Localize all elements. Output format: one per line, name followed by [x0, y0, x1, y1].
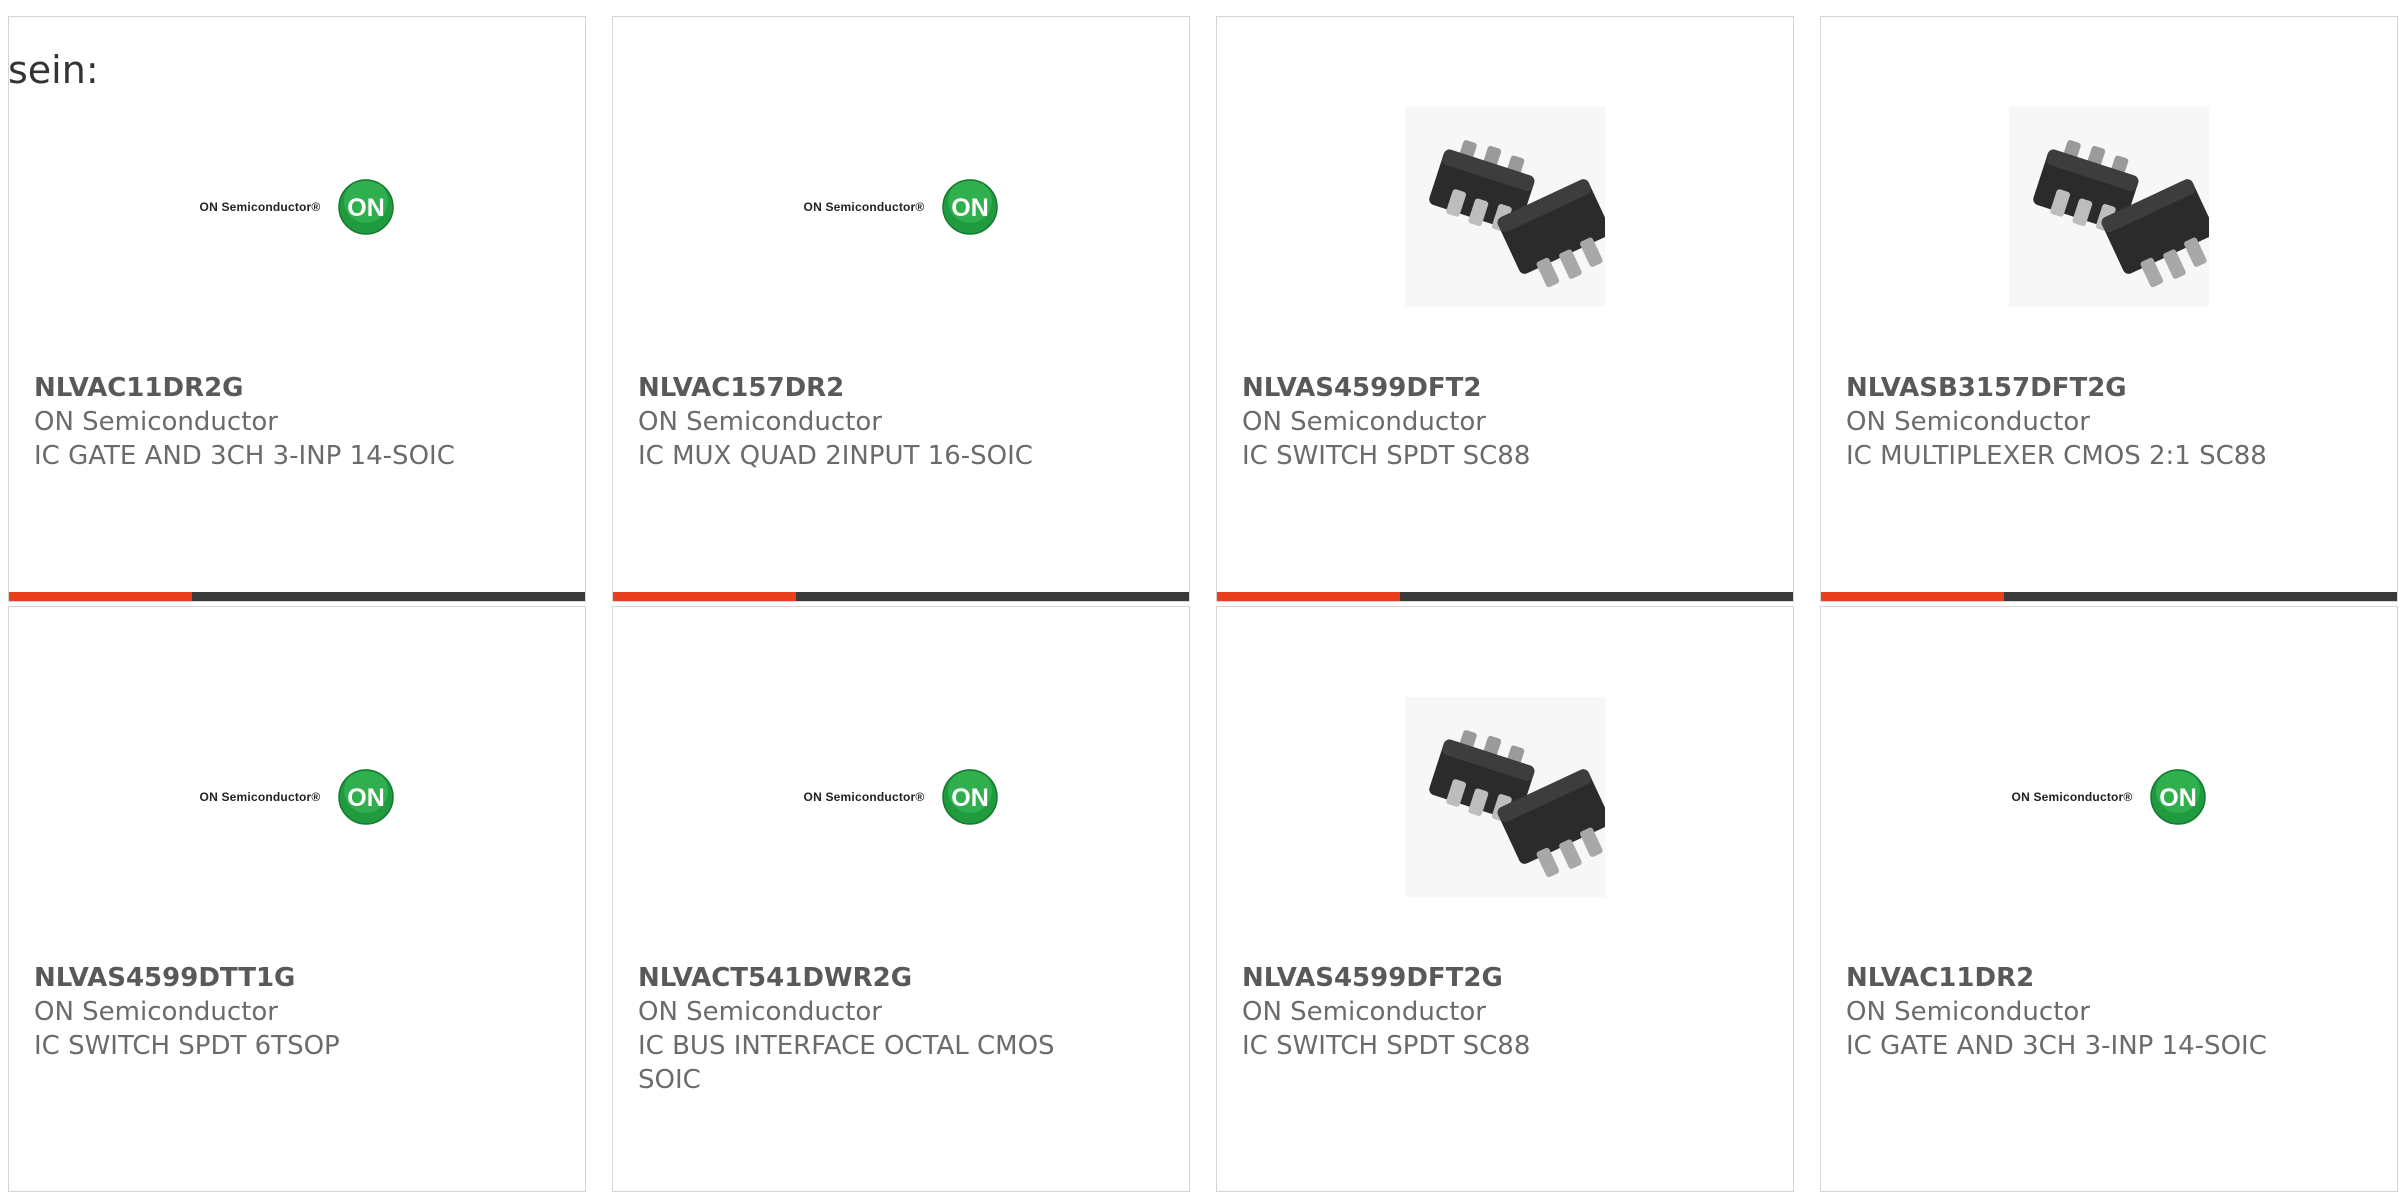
intro-text: sein:: [8, 48, 99, 92]
product-image[interactable]: ON Semiconductor® ON: [1821, 667, 2397, 927]
product-image[interactable]: ON Semiconductor® ON: [9, 77, 585, 337]
on-logo-badge: ON: [942, 769, 999, 825]
manufacturer-name: ON Semiconductor: [1242, 997, 1486, 1027]
product-card[interactable]: ON Semiconductor® ON NLVAC157DR2 ON Semicon…: [612, 16, 1190, 602]
product-info: NLVAS4599DFT2 ON Semiconductor IC SWITCH S…: [1242, 371, 1768, 473]
product-card[interactable]: NLVAS4599DFT2 ON Semiconductor IC SWITCH S…: [1216, 16, 1794, 602]
product-card[interactable]: NLVASB3157DFT2G ON Semiconductor IC MULTIP…: [1820, 16, 2398, 602]
on-logo-badge: ON: [2150, 769, 2207, 825]
sc88-chip-photo: [1405, 107, 1605, 307]
product-info: NLVAC157DR2 ON Semiconductor IC MUX QUAD 2…: [638, 371, 1164, 473]
product-card[interactable]: ON Semiconductor® ON NLVACT541DWR2G ON Semi…: [612, 606, 1190, 1192]
card-hover-bar: [613, 592, 1189, 601]
manufacturer-name: ON Semiconductor: [34, 407, 278, 437]
product-card[interactable]: ON Semiconductor® ON NLVAC11DR2G ON Semicon…: [8, 16, 586, 602]
product-image[interactable]: ON Semiconductor® ON: [613, 77, 1189, 337]
product-info: NLVAS4599DTT1G ON Semiconductor IC SWITCH …: [34, 961, 560, 1063]
logo-badge-text: ON: [952, 784, 990, 812]
product-description: IC GATE AND 3CH 3-INP 14-SOIC: [34, 441, 455, 471]
logo-badge-text: ON: [952, 194, 990, 222]
sc88-chip-photo: [1405, 697, 1605, 897]
logo-text: ON Semiconductor®: [199, 200, 321, 214]
logo-text: ON Semiconductor®: [199, 790, 321, 804]
card-hover-bar-accent: [1821, 592, 2004, 601]
product-info: NLVAC11DR2G ON Semiconductor IC GATE AND 3…: [34, 371, 560, 473]
card-hover-bar-accent: [9, 592, 192, 601]
part-number-link[interactable]: NLVAC11DR2: [1846, 961, 2372, 995]
part-number-link[interactable]: NLVAS4599DFT2G: [1242, 961, 1768, 995]
product-description: IC GATE AND 3CH 3-INP 14-SOIC: [1846, 1031, 2267, 1061]
part-number-link[interactable]: NLVAS4599DTT1G: [34, 961, 560, 995]
logo-badge-text: ON: [348, 194, 386, 222]
product-description: IC MULTIPLEXER CMOS 2:1 SC88: [1846, 441, 2267, 471]
part-number-link[interactable]: NLVASB3157DFT2G: [1846, 371, 2372, 405]
card-hover-bar: [9, 592, 585, 601]
on-semiconductor-logo: ON Semiconductor® ON: [804, 179, 999, 235]
product-description: IC BUS INTERFACE OCTAL CMOS SOIC: [638, 1031, 1055, 1095]
product-image[interactable]: ON Semiconductor® ON: [9, 667, 585, 927]
product-image[interactable]: ON Semiconductor® ON: [613, 667, 1189, 927]
part-number-link[interactable]: NLVAC157DR2: [638, 371, 1164, 405]
card-hover-bar-accent: [1217, 592, 1400, 601]
product-info: NLVACT541DWR2G ON Semiconductor IC BUS INT…: [638, 961, 1164, 1097]
product-description: IC SWITCH SPDT SC88: [1242, 1031, 1531, 1061]
product-description: IC SWITCH SPDT SC88: [1242, 441, 1531, 471]
manufacturer-name: ON Semiconductor: [638, 407, 882, 437]
logo-text: ON Semiconductor®: [803, 790, 925, 804]
logo-text: ON Semiconductor®: [803, 200, 925, 214]
on-semiconductor-logo: ON Semiconductor® ON: [200, 769, 395, 825]
product-image[interactable]: [1217, 667, 1793, 927]
on-semiconductor-logo: ON Semiconductor® ON: [200, 179, 395, 235]
product-card[interactable]: ON Semiconductor® ON NLVAC11DR2 ON Semicond…: [1820, 606, 2398, 1192]
product-info: NLVASB3157DFT2G ON Semiconductor IC MULTIP…: [1846, 371, 2372, 473]
product-card[interactable]: ON Semiconductor® ON NLVAS4599DTT1G ON Semi…: [8, 606, 586, 1192]
part-number-link[interactable]: NLVAC11DR2G: [34, 371, 560, 405]
product-image[interactable]: [1821, 77, 2397, 337]
logo-badge-text: ON: [348, 784, 386, 812]
on-semiconductor-logo: ON Semiconductor® ON: [2012, 769, 2207, 825]
product-info: NLVAS4599DFT2G ON Semiconductor IC SWITCH …: [1242, 961, 1768, 1063]
manufacturer-name: ON Semiconductor: [1846, 407, 2090, 437]
card-hover-bar: [1217, 592, 1793, 601]
product-description: IC MUX QUAD 2INPUT 16-SOIC: [638, 441, 1033, 471]
product-image[interactable]: [1217, 77, 1793, 337]
product-info: NLVAC11DR2 ON Semiconductor IC GATE AND 3C…: [1846, 961, 2372, 1063]
manufacturer-name: ON Semiconductor: [1242, 407, 1486, 437]
card-hover-bar-accent: [613, 592, 796, 601]
manufacturer-name: ON Semiconductor: [638, 997, 882, 1027]
on-logo-badge: ON: [338, 179, 395, 235]
on-logo-badge: ON: [338, 769, 395, 825]
product-card[interactable]: NLVAS4599DFT2G ON Semiconductor IC SWITCH …: [1216, 606, 1794, 1192]
sc88-chip-photo: [2009, 107, 2209, 307]
part-number-link[interactable]: NLVAS4599DFT2: [1242, 371, 1768, 405]
on-semiconductor-logo: ON Semiconductor® ON: [804, 769, 999, 825]
product-description: IC SWITCH SPDT 6TSOP: [34, 1031, 340, 1061]
part-number-link[interactable]: NLVACT541DWR2G: [638, 961, 1164, 995]
on-logo-badge: ON: [942, 179, 999, 235]
logo-text: ON Semiconductor®: [2011, 790, 2133, 804]
logo-badge-text: ON: [2160, 784, 2198, 812]
card-hover-bar: [1821, 592, 2397, 601]
manufacturer-name: ON Semiconductor: [1846, 997, 2090, 1027]
manufacturer-name: ON Semiconductor: [34, 997, 278, 1027]
